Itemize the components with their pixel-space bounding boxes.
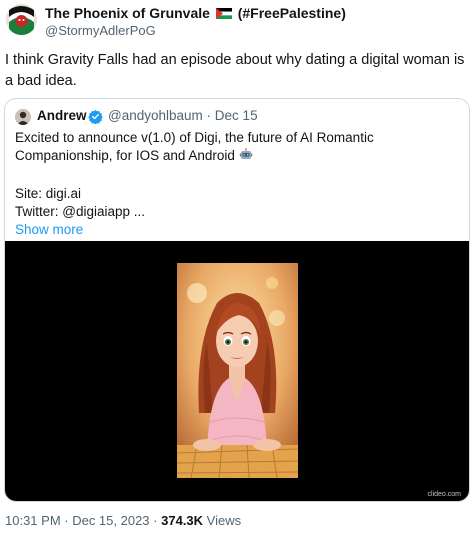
views-count: 374.3K bbox=[161, 513, 204, 528]
quote-author-avatar[interactable] bbox=[15, 109, 31, 125]
avatar-image bbox=[6, 4, 37, 35]
video-player[interactable]: clideo.com bbox=[5, 241, 469, 501]
views-label: Views bbox=[206, 513, 242, 528]
tweet-timestamp[interactable]: 10:31 PM · Dec 15, 2023 · bbox=[5, 513, 157, 528]
quoted-tweet[interactable]: Andrew @andyohlbaum · Dec 15 Excited to … bbox=[4, 98, 470, 502]
author-name-suffix: (#FreePalestine) bbox=[237, 5, 346, 21]
verified-badge-icon bbox=[88, 109, 103, 125]
video-watermark: clideo.com bbox=[427, 491, 461, 498]
quote-announcement: Excited to announce v(1.0) of Digi, the … bbox=[15, 130, 374, 163]
quote-handle-row: @andyohlbaum · Dec 15 bbox=[108, 108, 258, 123]
avatar-image bbox=[15, 109, 31, 125]
author-avatar[interactable] bbox=[6, 4, 37, 35]
quote-twitter: Twitter: @digiaiapp ... bbox=[15, 204, 146, 219]
author-name[interactable]: The Phoenix of Grunvale bbox=[45, 5, 210, 21]
video-frame bbox=[177, 263, 298, 478]
author-handle[interactable]: @StormyAdlerPoG bbox=[45, 23, 156, 38]
author-name-row[interactable]: The Phoenix of Grunvale (#FreePalestine) bbox=[45, 5, 346, 22]
tweet-text: I think Gravity Falls had an episode abo… bbox=[5, 52, 465, 89]
quote-date[interactable]: Dec 15 bbox=[215, 108, 258, 123]
quote-text: Excited to announce v(1.0) of Digi, the … bbox=[15, 129, 465, 239]
quote-author-handle[interactable]: @andyohlbaum bbox=[108, 108, 203, 123]
ai-woman-illustration bbox=[177, 263, 298, 478]
quote-author-name[interactable]: Andrew bbox=[37, 108, 87, 123]
dot-separator: · bbox=[206, 108, 212, 123]
tweet-meta: 10:31 PM · Dec 15, 2023 · 374.3K Views bbox=[5, 513, 241, 528]
quote-site: Site: digi.ai bbox=[15, 186, 82, 201]
robot-emoji-icon bbox=[239, 148, 253, 167]
palestine-flag-icon bbox=[215, 6, 232, 22]
show-more-link[interactable]: Show more bbox=[15, 221, 465, 239]
